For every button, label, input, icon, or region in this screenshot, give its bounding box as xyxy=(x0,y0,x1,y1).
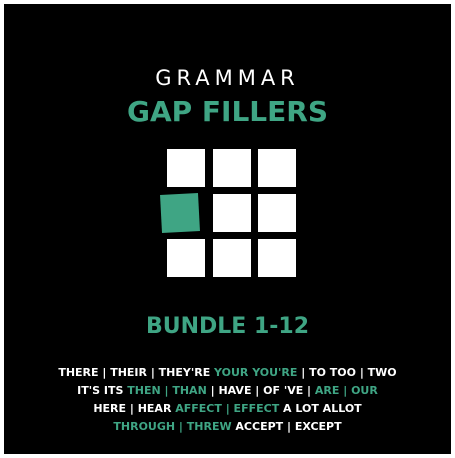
word-line-2: IT'S ITS THEN | THAN | HAVE | OF 'VE | A… xyxy=(4,382,451,400)
word-line-1: THERE | THEIR | THEY'RE YOUR YOU'RE | TO… xyxy=(4,364,451,382)
title-grammar: GRAMMAR xyxy=(155,66,300,90)
word-line-4: THROUGH | THREW ACCEPT | EXCEPT xyxy=(4,418,451,436)
grid-tile xyxy=(167,239,205,277)
grid-tile xyxy=(213,149,251,187)
word-segment: THERE | THEIR | THEY'RE xyxy=(58,366,215,379)
cover-panel: GRAMMAR GAP FILLERS BUNDLE 1-12 THERE | … xyxy=(4,4,451,454)
word-segment: ACCEPT | EXCEPT xyxy=(231,420,342,433)
grid-tile xyxy=(167,149,205,187)
title-gap-fillers: GAP FILLERS xyxy=(126,95,328,128)
word-segment: | HAVE | OF 'VE | xyxy=(206,384,315,397)
grid-tile xyxy=(258,239,296,277)
grid-tile xyxy=(213,194,251,232)
word-segment: AFFECT | EFFECT xyxy=(175,402,280,415)
word-segment: THROUGH | THREW xyxy=(113,420,232,433)
grid-tile xyxy=(258,149,296,187)
word-line-3: HERE | HEAR AFFECT | EFFECT A LOT ALLOT xyxy=(4,400,451,418)
word-segment: YOUR YOU'RE xyxy=(214,366,298,379)
word-segment: | TO TOO | TWO xyxy=(297,366,397,379)
word-segment: IT'S ITS xyxy=(77,384,128,397)
word-segment: ARE | OUR xyxy=(314,384,378,397)
word-segment: THEN | THAN xyxy=(127,384,207,397)
word-list: THERE | THEIR | THEY'RE YOUR YOU'RE | TO… xyxy=(4,364,451,436)
bundle-label: BUNDLE 1-12 xyxy=(145,314,310,339)
grid-tile xyxy=(213,239,251,277)
grid-tile-accent xyxy=(160,193,200,233)
grid-tile xyxy=(258,194,296,232)
word-segment: HERE | HEAR xyxy=(93,402,176,415)
word-segment: A LOT ALLOT xyxy=(279,402,362,415)
